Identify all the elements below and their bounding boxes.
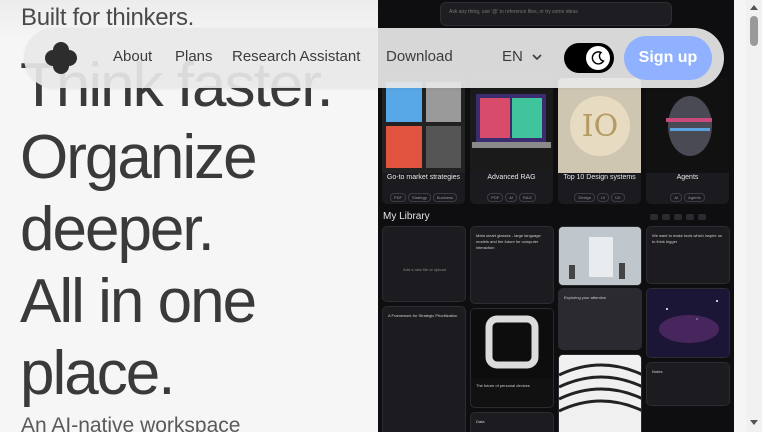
card-chips: PDF Strategy Business: [382, 186, 465, 204]
nav-link-plans[interactable]: Plans: [175, 48, 213, 65]
nav-link-download[interactable]: Download: [386, 48, 453, 65]
card-caption: Agents: [676, 174, 699, 181]
chevron-down-icon[interactable]: [531, 52, 543, 62]
scrollbar-thumb[interactable]: [750, 16, 758, 46]
card-thumbnail: [646, 78, 729, 173]
library-grid: Add a new file or upload Meta smart glas…: [382, 226, 734, 432]
card-chip: Agents: [684, 193, 705, 202]
nav-link-about[interactable]: About: [113, 48, 152, 65]
library-tile: [558, 226, 642, 286]
theme-toggle[interactable]: [564, 43, 614, 73]
card-chips: AI Agents: [646, 186, 729, 204]
list-view-icon: [662, 214, 670, 220]
clover-logo-icon[interactable]: [44, 41, 78, 75]
library-title: My Library: [383, 211, 430, 222]
tile-image: [471, 309, 553, 379]
tile-image: [559, 227, 641, 285]
library-tile: [558, 354, 642, 432]
card-caption: Top 10 Design systems: [563, 174, 636, 181]
card-chip: RAG: [519, 193, 536, 202]
card-chip: Business: [432, 193, 458, 202]
svg-text:IO: IO: [582, 109, 618, 144]
library-tile: Notes: [646, 362, 730, 406]
card-chip: Strategy: [407, 193, 431, 202]
sign-up-button[interactable]: Sign up: [624, 36, 712, 80]
scroll-up-icon[interactable]: [750, 4, 758, 10]
tile-text: The future of personal devices: [476, 383, 530, 388]
library-tile: Meta smart glasses - large language mode…: [470, 226, 554, 304]
preview-search-input: Ask any thing, use '@' to reference file…: [440, 2, 672, 26]
library-tile: [646, 288, 730, 358]
hero-subline: An AI-native workspace: [21, 414, 241, 432]
card-chips: Design UI UX: [558, 186, 641, 204]
preview-card: Agents AI Agents: [646, 78, 729, 204]
library-toolbar: [650, 212, 726, 222]
card-chip: AI: [505, 193, 518, 202]
library-tile: We want to make tools which inspire us t…: [646, 226, 730, 284]
preview-card: Advanced RAG PDF AI RAG: [470, 78, 553, 204]
headline-line: All in one: [20, 267, 257, 336]
tile-text: Meta smart glasses - large language mode…: [476, 233, 541, 250]
card-thumbnail: [470, 78, 553, 173]
language-selector[interactable]: EN: [502, 48, 523, 65]
tile-text: Data: [476, 419, 485, 424]
dropzone-text: Add a new file or upload: [403, 267, 446, 272]
card-chip: Design: [574, 193, 595, 202]
card-chip: PDF: [389, 193, 406, 202]
tile-image: [647, 289, 729, 357]
hero-headline: Think faster. Organize deeper. All in on…: [20, 50, 334, 410]
tile-image: [559, 355, 641, 432]
card-thumbnail: [382, 78, 465, 173]
nav-link-research-assistant[interactable]: Research Assistant: [232, 48, 360, 65]
preview-card: Go-to market strategies PDF Strategy Busin…: [382, 78, 465, 204]
page-scrollbar[interactable]: [746, 0, 762, 432]
headline-line: deeper.: [20, 195, 215, 264]
preview-card: IO Top 10 Design systems Design UI UX: [558, 78, 641, 204]
headline-line: Organize: [20, 123, 258, 192]
moon-icon: [591, 51, 605, 65]
card-caption: Go-to market strategies: [386, 174, 461, 181]
upload-dropzone: Add a new file or upload: [382, 226, 466, 302]
toggle-knob: [586, 46, 610, 70]
preview-cards: Go-to market strategies PDF Strategy Busin…: [382, 78, 734, 206]
card-chip: AI: [670, 193, 683, 202]
top-navigation: About Plans Research Assistant Download …: [24, 28, 724, 88]
card-thumbnail: IO: [558, 78, 641, 173]
library-tile: Exploring your attention: [558, 288, 642, 350]
tile-text: We want to make tools which inspire us t…: [652, 233, 722, 244]
library-tile: The future of personal devices: [470, 308, 554, 408]
card-caption: Advanced RAG: [487, 174, 536, 181]
card-chip: UX: [610, 193, 625, 202]
card-chips: PDF AI RAG: [470, 186, 553, 204]
headline-line: place.: [20, 339, 175, 408]
more-icon: [698, 214, 706, 220]
library-tile: A Framework for Strategic Prioritization: [382, 306, 466, 432]
card-chip: UI: [596, 193, 609, 202]
grid-view-icon: [650, 214, 658, 220]
library-tile: Data: [470, 412, 554, 432]
card-chip: PDF: [487, 193, 504, 202]
tile-text: Notes: [652, 369, 663, 374]
sort-icon: [686, 214, 694, 220]
scroll-down-icon[interactable]: [750, 420, 758, 426]
tile-text: A Framework for Strategic Prioritization: [388, 313, 458, 318]
filter-icon: [674, 214, 682, 220]
tile-text: Exploring your attention: [564, 295, 607, 300]
